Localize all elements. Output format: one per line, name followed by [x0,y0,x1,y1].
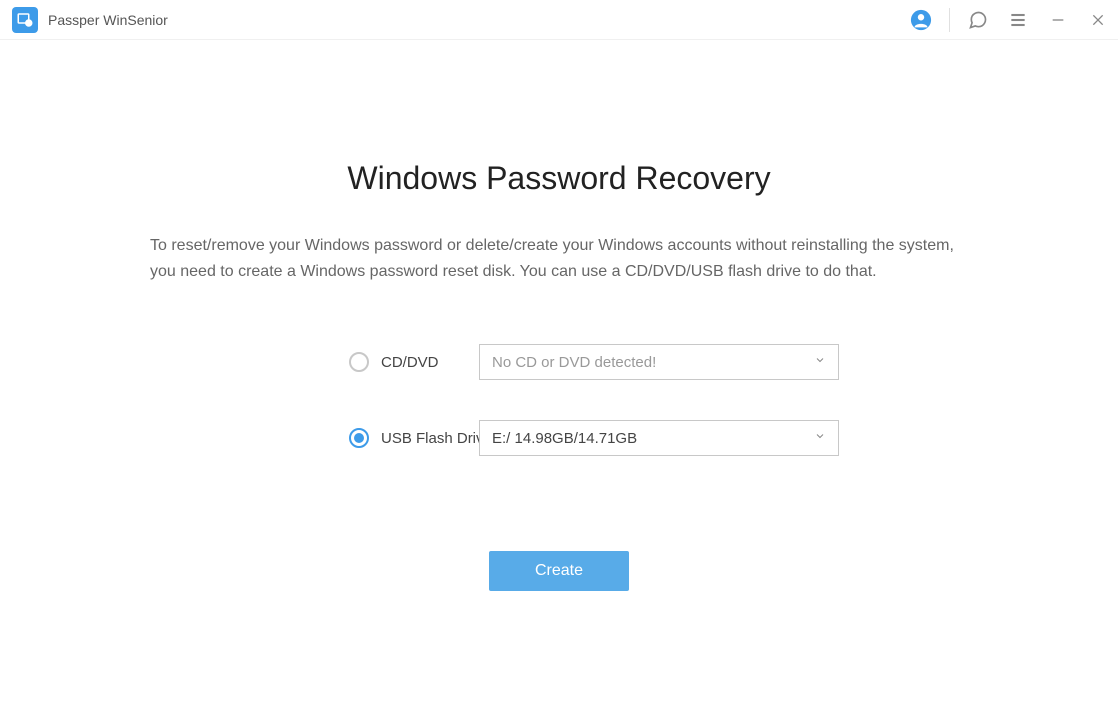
menu-icon[interactable] [1006,8,1030,32]
dropdown-cd-dvd[interactable]: No CD or DVD detected! [479,344,839,380]
radio-label-cd-dvd: CD/DVD [381,354,439,371]
option-usb: USB Flash Drive E:/ 14.98GB/14.71GB [249,420,869,456]
radio-usb[interactable]: USB Flash Drive [249,428,449,448]
radio-cd-dvd[interactable]: CD/DVD [249,352,449,372]
description: To reset/remove your Windows password or… [150,233,968,284]
chevron-down-icon [814,353,826,371]
page-title: Windows Password Recovery [150,160,968,197]
content: Windows Password Recovery To reset/remov… [0,40,1118,591]
radio-circle-cd-dvd [349,352,369,372]
app-icon [12,7,38,33]
radio-dot [354,433,364,443]
dropdown-usb[interactable]: E:/ 14.98GB/14.71GB [479,420,839,456]
radio-label-usb: USB Flash Drive [381,430,492,447]
option-cd-dvd: CD/DVD No CD or DVD detected! [249,344,869,380]
divider [949,8,950,32]
close-icon[interactable] [1086,8,1110,32]
dropdown-text-cd-dvd: No CD or DVD detected! [492,354,656,371]
dropdown-text-usb: E:/ 14.98GB/14.71GB [492,430,637,447]
minimize-icon[interactable] [1046,8,1070,32]
chevron-down-icon [814,429,826,447]
radio-circle-usb [349,428,369,448]
app-title: Passper WinSenior [48,12,168,28]
titlebar-right [909,8,1110,32]
feedback-icon[interactable] [966,8,990,32]
titlebar: Passper WinSenior [0,0,1118,40]
user-icon[interactable] [909,8,933,32]
options: CD/DVD No CD or DVD detected! USB Flash … [249,344,869,456]
create-button[interactable]: Create [489,551,629,591]
titlebar-left: Passper WinSenior [12,7,168,33]
